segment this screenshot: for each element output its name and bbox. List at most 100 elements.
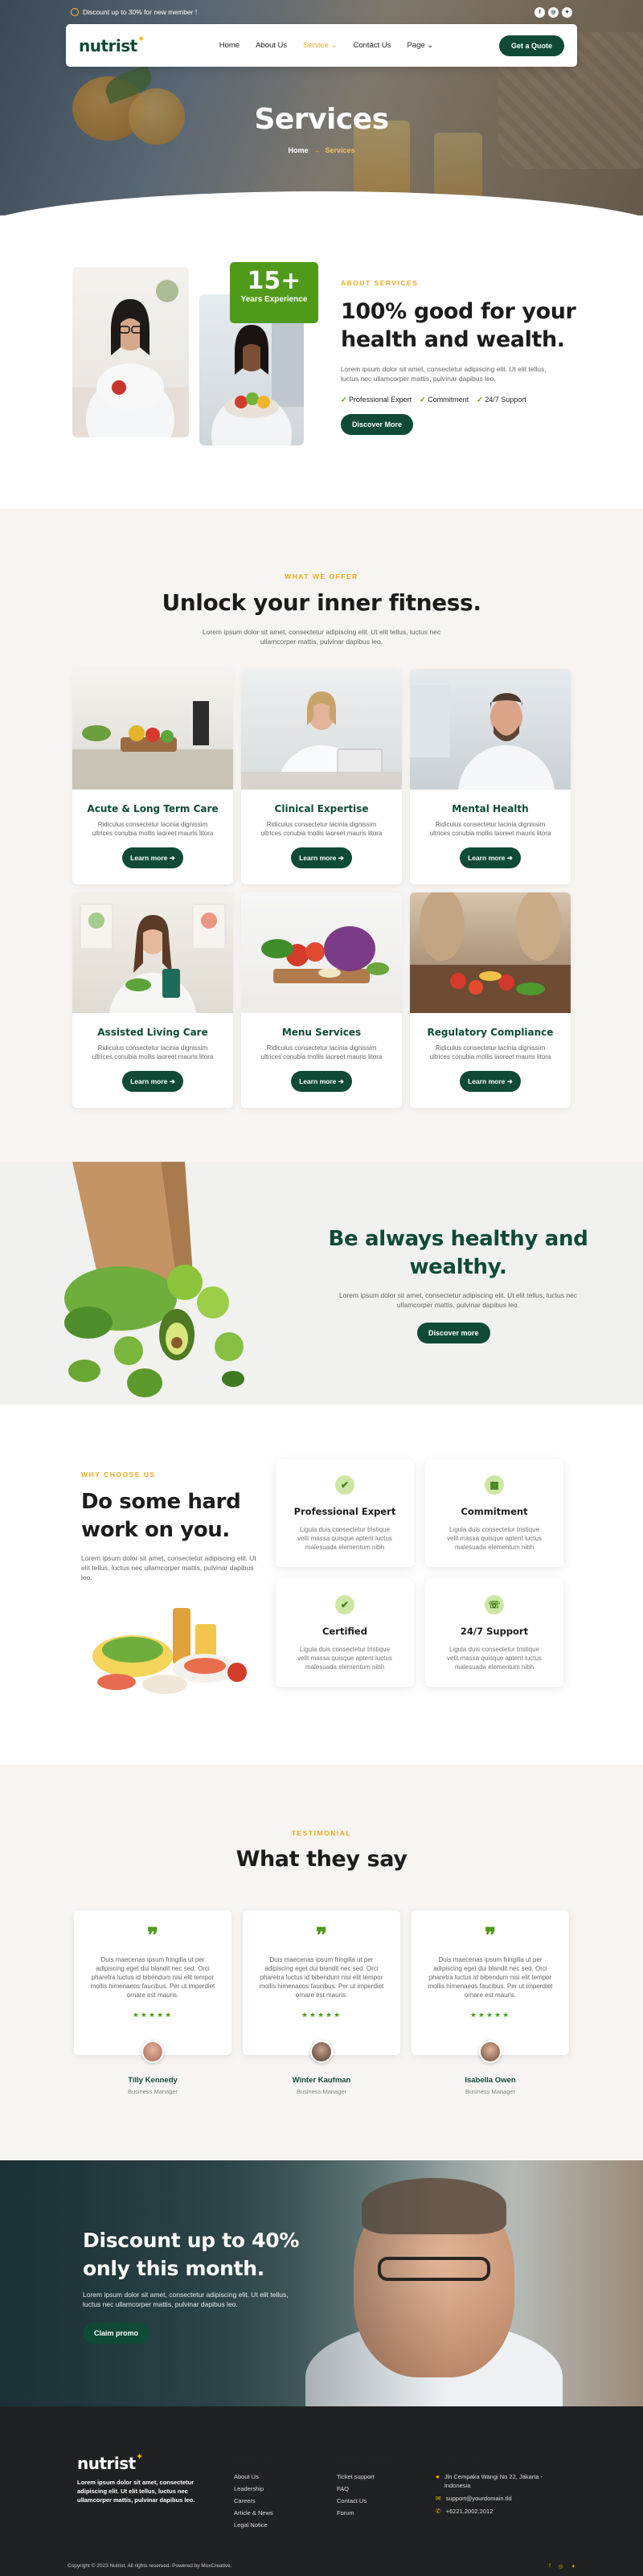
nav-service-label: Service	[303, 41, 329, 50]
nav-home[interactable]: Home	[219, 41, 240, 50]
learn-more-button[interactable]: Learn more ➔	[122, 847, 183, 868]
footer-link[interactable]: Article & News	[234, 2507, 273, 2519]
service-card[interactable]: Menu Services Ridiculus consectetur laci…	[241, 892, 402, 1108]
testimonial-name: Tilly Kennedy	[128, 2076, 178, 2085]
facebook-icon[interactable]: f	[534, 6, 545, 18]
breadcrumb-current: Services	[325, 146, 355, 154]
service-image	[72, 892, 233, 1069]
footer-link[interactable]: Careers	[234, 2495, 273, 2507]
doctor-desk-illustration	[241, 691, 402, 834]
service-title: Regulatory Compliance	[427, 1027, 554, 1038]
service-card[interactable]: Acute & Long Term Care Ridiculus consect…	[72, 669, 233, 884]
footer-link[interactable]: Ticket support	[337, 2471, 375, 2483]
service-card[interactable]: Assisted Living Care Ridiculus consectet…	[72, 892, 233, 1108]
footer-link[interactable]: Contact Us	[337, 2495, 375, 2507]
leaf-icon: ✦	[137, 33, 145, 44]
feature-desc: Ligula duis consectetur tristique velit …	[297, 1646, 392, 1671]
get-quote-button[interactable]: Get a Quote	[498, 35, 564, 56]
experience-number: 15+	[247, 267, 301, 295]
check-item: 24/7 Support	[477, 396, 526, 404]
nav-contact[interactable]: Contact Us	[353, 41, 391, 50]
star-rating: ★★★★★	[132, 2011, 174, 2019]
testimonial-card: ❞ Duis maecenas ipsum fringilla ut per a…	[74, 1910, 231, 2055]
footer-logo[interactable]: nutrist ✦	[77, 2451, 143, 2473]
instagram-icon[interactable]: ◎	[548, 6, 559, 18]
service-card[interactable]: Mental Health Ridiculus consectetur laci…	[410, 669, 571, 884]
quote-icon: ❞	[316, 1924, 327, 1948]
chevron-down-icon: ⌄	[330, 41, 338, 50]
experience-label: Years Experience	[240, 295, 308, 304]
logo[interactable]: nutrist ✦	[79, 34, 145, 55]
testimonial-role: Business Manager	[127, 2088, 178, 2095]
feature-card: ☏ 24/7 Support Ligula duis consectetur t…	[425, 1579, 563, 1687]
testimonial-role: Business Manager	[296, 2088, 347, 2095]
instagram-icon[interactable]: ◎	[559, 2563, 563, 2570]
discover-more-button[interactable]: Discover more	[417, 1323, 490, 1343]
discount-heading: Discount up to 40% only this month.	[83, 2229, 300, 2280]
star-rating: ★★★★★	[301, 2011, 342, 2019]
mail-icon: ✉	[436, 2495, 441, 2502]
check-item: Professional Expert	[341, 396, 412, 404]
services-heading: Unlock your inner fitness.	[162, 589, 481, 616]
learn-more-button[interactable]: Learn more ➔	[122, 1071, 183, 1092]
grocery-bag-illustration	[64, 1162, 244, 1397]
testimonial-name: Isabella Owen	[465, 2076, 516, 2085]
discover-more-button[interactable]: Discover More	[341, 414, 414, 435]
footer-address-text: Jln Cempaka Wangi No 22, Jakarta - Indon…	[444, 2473, 543, 2489]
nutritionist-salad-illustration	[80, 904, 226, 1069]
feature-desc: Ligula duis consectetur tristique velit …	[297, 1526, 392, 1551]
percent-icon	[71, 8, 79, 16]
testimonial-role: Business Manager	[465, 2088, 516, 2095]
footer-email[interactable]: ✉ support@yourdomain.tld	[436, 2494, 512, 2503]
breadcrumb: Home → Services	[0, 146, 643, 154]
claim-promo-button[interactable]: Claim promo	[83, 2323, 150, 2344]
service-desc: Ridiculus consectetur lacinia dignissim …	[260, 1044, 383, 1060]
feature-title: 24/7 Support	[460, 1626, 529, 1637]
footer-link[interactable]: FAQ	[337, 2483, 375, 2495]
discount-text: Lorem ipsum dolor sit amet, consectetur …	[83, 2291, 289, 2308]
footer-link[interactable]: About Us	[234, 2471, 273, 2483]
breadcrumb-home[interactable]: Home	[288, 146, 308, 154]
promo-text: Lorem ipsum dolor sit amet, consectetur …	[338, 1291, 578, 1309]
footer-link[interactable]: Legal Notice	[234, 2519, 273, 2531]
footer-link[interactable]: Forum	[337, 2507, 375, 2519]
footer-address: ● Jln Cempaka Wangi No 22, Jakarta - Indo…	[436, 2472, 556, 2490]
feature-title: Commitment	[461, 1506, 528, 1517]
service-title: Acute & Long Term Care	[87, 803, 219, 814]
service-card[interactable]: Regulatory Compliance Ridiculus consecte…	[410, 892, 571, 1108]
why-text: Lorem ipsum dolor sit amet, consectetur …	[81, 1554, 256, 1581]
learn-more-button[interactable]: Learn more ➔	[291, 847, 352, 868]
promo-heading: Be always healthy and wealthy.	[328, 1227, 588, 1279]
learn-more-button[interactable]: Learn more ➔	[460, 1071, 521, 1092]
chevron-down-icon: ⌄	[427, 41, 434, 50]
twitter-icon[interactable]: ✦	[571, 2563, 575, 2570]
facebook-icon[interactable]: f	[549, 2563, 551, 2570]
testimonials-heading: What they say	[235, 1847, 408, 1872]
footer-socials: f ◎ ✦	[549, 2563, 575, 2570]
service-title: Assisted Living Care	[97, 1027, 208, 1038]
calendar-icon: ▦	[485, 1475, 504, 1495]
footer-phone[interactable]: ✆ +6221.2002.2012	[436, 2507, 493, 2516]
cooking-illustration	[410, 892, 571, 1013]
footer-link[interactable]: Leadership	[234, 2483, 273, 2495]
phone-icon: ✆	[436, 2508, 441, 2515]
service-desc: Ridiculus consectetur lacinia dignissim …	[429, 1044, 551, 1060]
shield-check-icon: ✔	[335, 1595, 354, 1614]
nav-service[interactable]: Service ⌄	[303, 41, 337, 50]
service-desc: Ridiculus consectetur lacinia dignissim …	[92, 821, 214, 837]
learn-more-button[interactable]: Learn more ➔	[291, 1071, 352, 1092]
doctor-illustration	[72, 280, 189, 437]
topbar-promo-text: Discount up to 30% for new member !	[83, 8, 198, 16]
logo-text: nutrist	[79, 35, 137, 55]
doctor-photo	[72, 267, 189, 437]
service-title: Menu Services	[281, 1027, 362, 1038]
service-card[interactable]: Clinical Expertise Ridiculus consectetur…	[241, 669, 402, 884]
nav-about[interactable]: About Us	[256, 41, 287, 50]
nav-page[interactable]: Page ⌄	[407, 41, 433, 50]
why-heading: Do some hard work on you.	[81, 1490, 241, 1542]
feature-desc: Ligula duis consectetur tristique velit …	[447, 1526, 542, 1551]
learn-more-button[interactable]: Learn more ➔	[460, 847, 521, 868]
twitter-icon[interactable]: ✦	[562, 6, 572, 18]
service-image	[410, 669, 571, 842]
testimonials-tag: TESTIMONIAL	[291, 1829, 352, 1837]
